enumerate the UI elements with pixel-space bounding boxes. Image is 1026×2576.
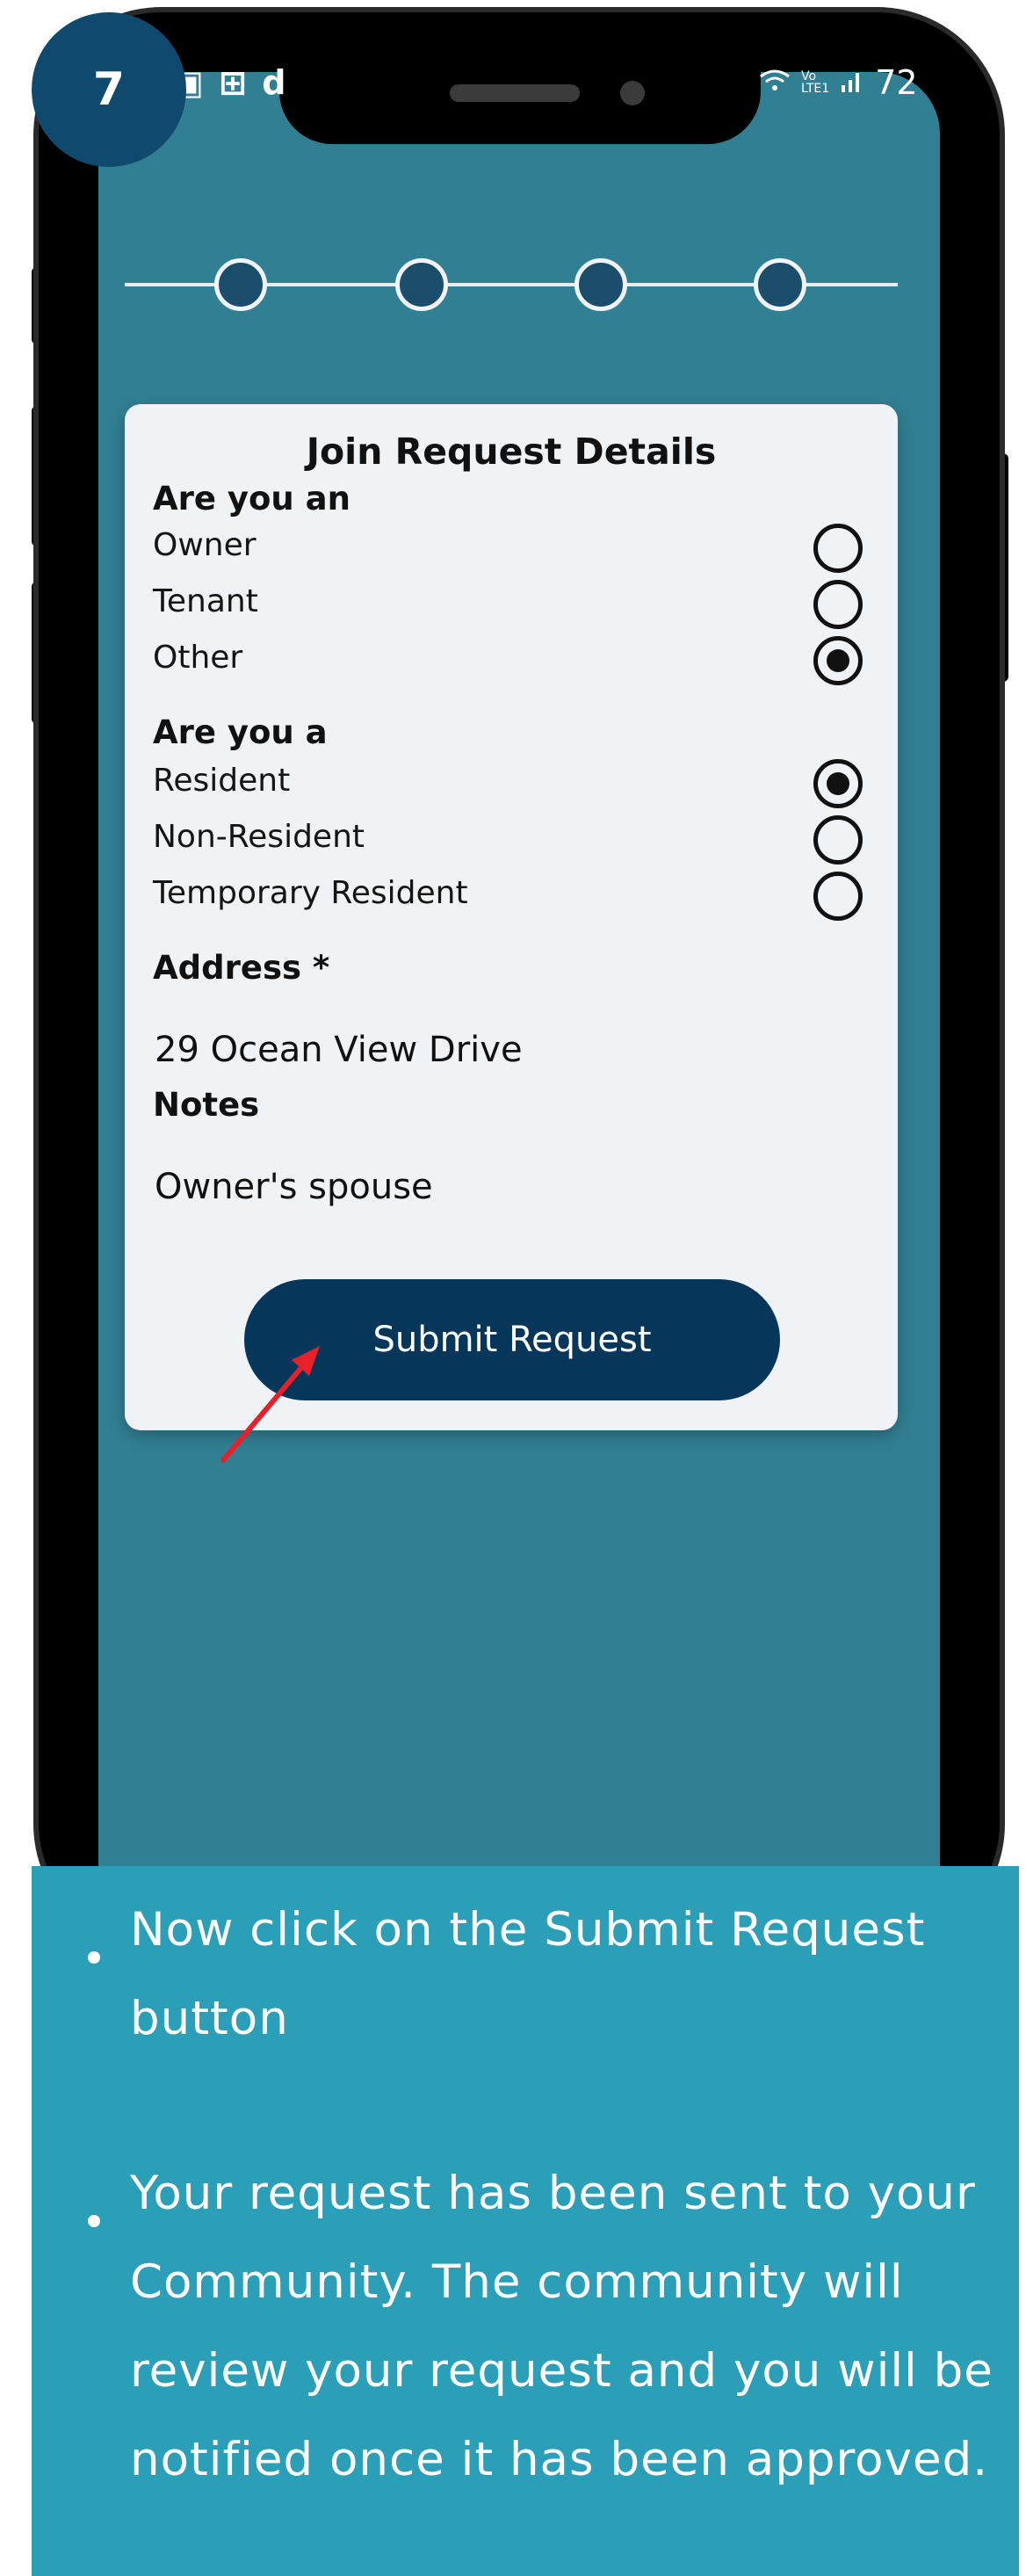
instruction-text-2: Your request has been sent to your Commu… (130, 2167, 993, 2486)
join-request-card: Join Request Details Are you an Owner Te… (125, 404, 898, 1430)
stepper-dot-4 (754, 258, 806, 311)
bullet-icon (88, 2215, 100, 2227)
speaker-grille (450, 84, 580, 102)
residency-option-resident-label: Resident (153, 763, 291, 799)
role-tenant-radio[interactable] (813, 580, 863, 629)
address-field[interactable]: 29 Ocean View Drive (155, 1030, 523, 1070)
front-camera (620, 81, 645, 105)
stepper-dot-1 (214, 258, 267, 311)
notes-field[interactable]: Owner's spouse (155, 1167, 433, 1207)
battery-level: 72 (875, 63, 918, 102)
role-option-tenant-label: Tenant (153, 583, 258, 619)
role-question: Are you an (153, 480, 350, 517)
address-label: Address * (153, 949, 330, 987)
residency-resident-radio[interactable] (813, 759, 863, 808)
stepper-dot-2 (395, 258, 448, 311)
lte-indicator: Vo LTE1 (801, 70, 829, 95)
instruction-text-1: Now click on the Submit Request button (130, 1903, 926, 2045)
pointer-arrow-icon (220, 1346, 320, 1463)
role-other-radio[interactable] (813, 636, 863, 685)
signal-bars-icon (840, 63, 864, 102)
role-option-owner-label: Owner (153, 527, 256, 563)
residency-nonresident-radio[interactable] (813, 815, 863, 865)
stepper-dot-3 (574, 258, 627, 311)
lte-label: LTE1 (801, 82, 830, 96)
bullet-icon (88, 1951, 100, 1964)
role-owner-radio[interactable] (813, 524, 863, 573)
residency-question: Are you a (153, 713, 328, 751)
residency-option-temporary-label: Temporary Resident (153, 875, 468, 911)
volte-label: Vo (801, 69, 817, 83)
wifi-icon (759, 63, 791, 102)
role-option-other-label: Other (153, 640, 243, 676)
residency-temporary-radio[interactable] (813, 872, 863, 921)
status-bar-notifications: ▣ ⊞ d (172, 63, 288, 102)
residency-option-nonresident-label: Non-Resident (153, 819, 365, 855)
status-bar-right: Vo LTE1 72 (759, 63, 918, 102)
instructions-panel: Now click on the Submit Request button Y… (32, 1866, 1019, 2576)
notes-label: Notes (153, 1086, 260, 1124)
step-number-badge: 7 (32, 12, 186, 167)
phone-notch (279, 12, 761, 144)
card-title: Join Request Details (306, 431, 717, 473)
